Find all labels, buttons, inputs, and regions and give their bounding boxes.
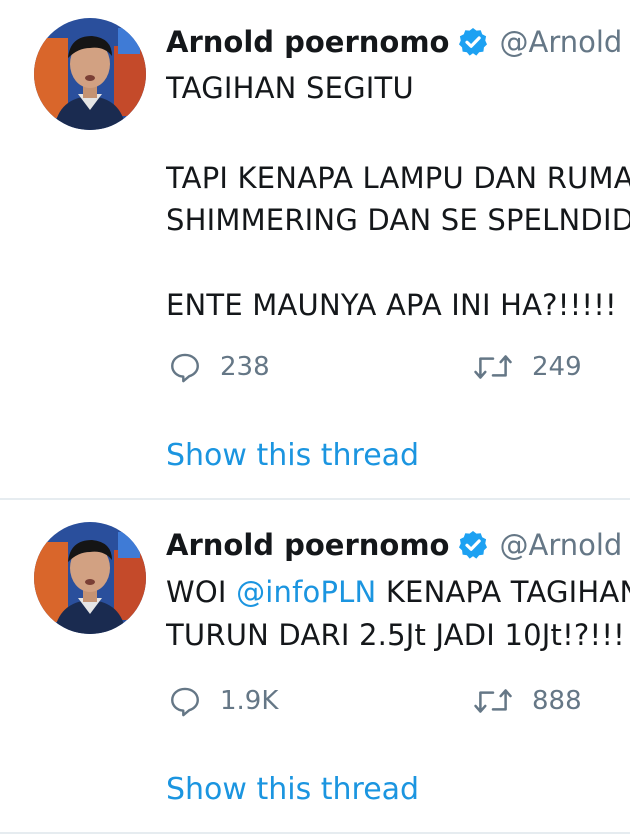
tweet-text-line: ENTE MAUNYA APA INI HA?!!!!! — [166, 288, 617, 322]
retweet-icon — [474, 689, 512, 713]
tweet-text-prefix: WOI — [166, 575, 237, 609]
reply-button[interactable]: 238 — [168, 350, 270, 384]
tweet-header: Arnold poernomo @Arnold — [166, 24, 630, 60]
reply-button[interactable]: 1.9K — [168, 684, 278, 718]
retweet-count: 888 — [532, 686, 582, 716]
tweet-text-suffix: KENAPA TAGIHAN — [376, 575, 630, 609]
tweet-text-line: WOI @infoPLN KENAPA TAGIHAN — [166, 574, 630, 610]
retweet-button[interactable]: 888 — [472, 684, 582, 718]
tweet-text-line: TAPI KENAPA LAMPU DAN RUMAH — [166, 161, 630, 195]
avatar-image — [34, 18, 146, 130]
tweet-text-line: SHIMMERING DAN SE SPELNDID — [166, 203, 630, 237]
show-thread-link[interactable]: Show this thread — [166, 438, 419, 474]
reply-count: 238 — [220, 352, 270, 382]
author-handle[interactable]: @Arnold — [499, 528, 622, 562]
tweet-text-line: TURUN DARI 2.5Jt JADI 10Jt!?!!! — [166, 618, 625, 652]
reply-count: 1.9K — [220, 686, 279, 716]
author-name[interactable]: Arnold poernomo — [166, 25, 449, 59]
tweet-divider — [0, 832, 630, 834]
tweet-2[interactable]: Arnold poernomo @Arnold WOI @infoPLN KEN… — [0, 500, 630, 833]
author-handle[interactable]: @Arnold — [499, 25, 622, 59]
reply-icon — [171, 687, 199, 717]
tweet-header: Arnold poernomo @Arnold — [166, 527, 630, 563]
reply-icon — [171, 353, 199, 383]
tweet-text-line: TAGIHAN SEGITU — [166, 71, 414, 105]
avatar[interactable] — [34, 18, 146, 130]
author-name[interactable]: Arnold poernomo — [166, 528, 449, 562]
verified-badge-icon — [459, 28, 488, 56]
retweet-button[interactable]: 249 — [472, 350, 582, 384]
tweet-1[interactable]: Arnold poernomo @Arnold TAGIHAN SEGITU T… — [0, 0, 630, 500]
verified-badge-icon — [459, 531, 488, 559]
retweet-count: 249 — [532, 352, 582, 382]
show-thread-link[interactable]: Show this thread — [166, 772, 419, 808]
avatar-image — [34, 522, 146, 634]
avatar[interactable] — [34, 522, 146, 634]
mention-link[interactable]: @infoPLN — [236, 575, 376, 609]
retweet-icon — [474, 355, 512, 379]
